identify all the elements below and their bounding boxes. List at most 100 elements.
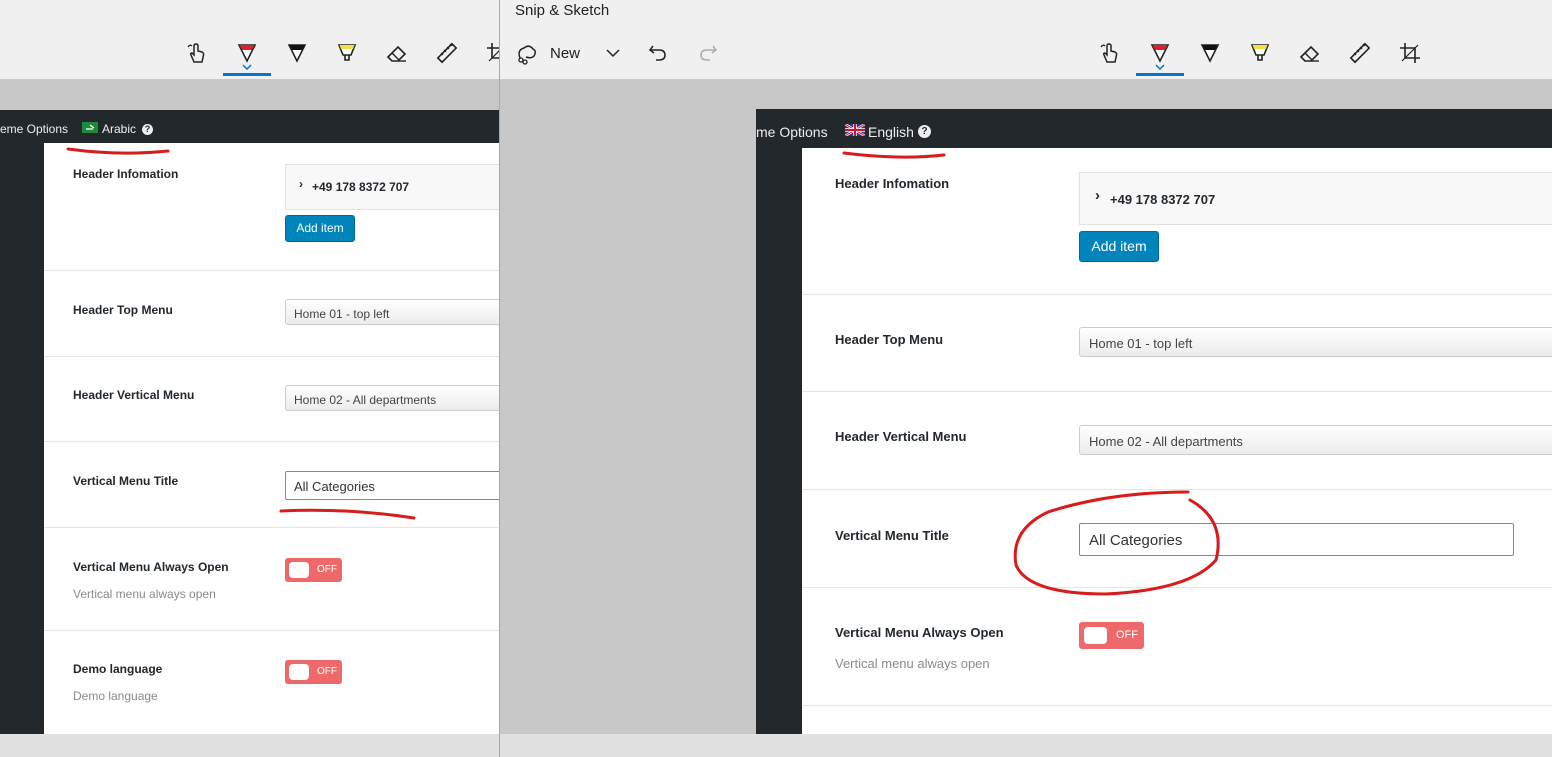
row-vertical-menu-always-open: Vertical Menu Always Open Vertical menu … <box>44 528 500 631</box>
eraser-icon <box>1299 45 1320 62</box>
title-bar: Snip & Sketch <box>500 0 1552 29</box>
touch-writing-icon <box>1100 43 1118 63</box>
ruler-icon <box>1349 42 1371 64</box>
help-icon[interactable]: ? <box>918 125 931 138</box>
header-top-menu-select[interactable]: Home 01 - top left <box>1079 327 1552 357</box>
right-wp-admin-panel: me Options English ? Header Infomation ›… <box>756 109 1552 734</box>
add-item-button[interactable]: Add item <box>285 215 355 242</box>
redo-icon <box>700 45 718 61</box>
admin-bar: eme Options Arabic ? <box>0 110 500 143</box>
highlighter-icon <box>337 44 357 61</box>
flag-icon <box>845 124 865 136</box>
toggle-state: OFF <box>317 564 337 575</box>
row-demo-language: Demo language Demo language OFF <box>44 631 500 734</box>
options-form: Header Infomation › +49 178 8372 707 Add… <box>44 143 500 734</box>
new-button-label[interactable]: New <box>550 45 580 62</box>
touch-writing-button[interactable] <box>179 36 215 70</box>
chevron-down-icon <box>1155 64 1165 70</box>
field-label: Header Vertical Menu <box>835 429 967 444</box>
repeater-item-text: +49 178 8372 707 <box>312 180 410 194</box>
canvas-bottom <box>500 734 1552 757</box>
field-description: Demo language <box>73 689 158 703</box>
ballpoint-pen-button[interactable] <box>1136 36 1184 76</box>
help-icon[interactable]: ? <box>142 124 153 135</box>
toggle-knob <box>289 562 309 578</box>
chevron-right-icon[interactable]: › <box>1095 187 1100 204</box>
vertical-menu-title-input[interactable]: All Categories <box>285 471 500 500</box>
chevron-right-icon[interactable]: › <box>299 177 303 191</box>
selected-tool-indicator <box>223 73 271 76</box>
field-label: Vertical Menu Always Open <box>835 625 1004 640</box>
eraser-button[interactable] <box>379 36 415 70</box>
vertical-menu-always-open-toggle[interactable]: OFF <box>1079 622 1144 649</box>
ballpoint-pen-icon <box>237 44 257 63</box>
field-label: Header Infomation <box>73 167 179 181</box>
row-vertical-menu-always-open: Vertical Menu Always Open Vertical menu … <box>802 588 1552 706</box>
add-item-button[interactable]: Add item <box>1079 231 1159 262</box>
chevron-down-icon <box>606 49 620 58</box>
language-switcher[interactable]: English <box>868 124 914 140</box>
app-title: Snip & Sketch <box>515 2 610 19</box>
ballpoint-pen-button[interactable] <box>223 36 271 76</box>
new-snip-icon <box>518 45 537 65</box>
header-top-menu-select[interactable]: Home 01 - top left <box>285 299 500 325</box>
row-header-top-menu: Header Top Menu Home 01 - top left <box>44 271 500 357</box>
admin-sidebar <box>0 143 44 734</box>
touch-writing-icon <box>187 43 205 63</box>
field-label: Demo language <box>73 662 163 676</box>
toggle-state: OFF <box>1116 629 1138 641</box>
eraser-button[interactable] <box>1292 36 1328 70</box>
pencil-button[interactable] <box>1192 36 1228 70</box>
admin-bar: me Options English ? <box>756 109 1552 148</box>
new-snip-button[interactable] <box>509 36 545 70</box>
crop-button[interactable] <box>1392 36 1428 70</box>
demo-language-toggle[interactable]: OFF <box>285 660 342 684</box>
flag-icon <box>82 122 98 133</box>
crop-icon <box>487 43 500 62</box>
vertical-menu-always-open-toggle[interactable]: OFF <box>285 558 342 582</box>
header-vertical-menu-select[interactable]: Home 02 - All departments <box>1079 425 1552 455</box>
row-header-information: Header Infomation › +49 178 8372 707 Add… <box>802 148 1552 295</box>
undo-icon <box>648 45 666 61</box>
redo-button[interactable] <box>690 36 726 70</box>
row-header-information: Header Infomation › +49 178 8372 707 Add… <box>44 143 500 271</box>
repeater-item[interactable]: › +49 178 8372 707 <box>285 164 500 210</box>
ballpoint-pen-icon <box>1150 44 1170 63</box>
pencil-button[interactable] <box>279 36 315 70</box>
crop-button[interactable] <box>479 36 500 70</box>
pencil-icon <box>1200 44 1220 63</box>
ruler-button[interactable] <box>1342 36 1378 70</box>
field-description: Vertical menu always open <box>835 656 990 671</box>
field-label: Header Vertical Menu <box>73 388 195 402</box>
repeater-item[interactable]: › +49 178 8372 707 <box>1079 172 1552 225</box>
new-snip-dropdown[interactable] <box>595 36 631 70</box>
field-label: Header Infomation <box>835 176 950 191</box>
field-label: Vertical Menu Always Open <box>73 560 229 574</box>
crop-icon <box>1400 43 1420 63</box>
language-switcher[interactable]: Arabic <box>102 122 136 136</box>
field-label: Header Top Menu <box>835 332 944 347</box>
theme-options-link[interactable]: me Options <box>756 124 828 140</box>
highlighter-button[interactable] <box>1242 36 1278 70</box>
field-label: Vertical Menu Title <box>73 474 179 488</box>
field-label: Vertical Menu Title <box>835 528 949 543</box>
toggle-state: OFF <box>317 666 337 677</box>
row-header-vertical-menu: Header Vertical Menu Home 02 - All depar… <box>802 392 1552 490</box>
theme-options-link[interactable]: eme Options <box>0 122 68 136</box>
left-window: eme Options Arabic ? Header Infomation ›… <box>0 0 500 757</box>
ruler-button[interactable] <box>429 36 465 70</box>
touch-writing-button[interactable] <box>1092 36 1128 70</box>
right-toolbar: New <box>500 29 1552 79</box>
admin-sidebar <box>756 148 802 734</box>
highlighter-icon <box>1250 44 1270 61</box>
highlighter-button[interactable] <box>329 36 365 70</box>
options-form: Header Infomation › +49 178 8372 707 Add… <box>802 148 1552 734</box>
vertical-menu-title-input[interactable]: All Categories <box>1079 523 1514 556</box>
undo-button[interactable] <box>640 36 676 70</box>
pencil-icon <box>287 44 307 63</box>
ruler-icon <box>436 42 458 64</box>
left-toolbar <box>0 0 500 79</box>
left-wp-admin-panel: eme Options Arabic ? Header Infomation ›… <box>0 110 500 734</box>
chevron-down-icon <box>242 64 252 70</box>
header-vertical-menu-select[interactable]: Home 02 - All departments <box>285 385 500 411</box>
